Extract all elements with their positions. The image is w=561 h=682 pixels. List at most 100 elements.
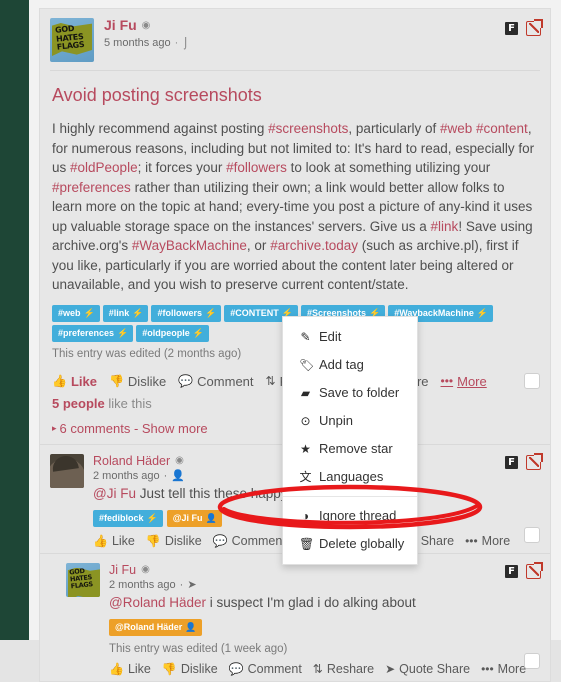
open-external-icon[interactable]: [526, 452, 543, 470]
menu-item-ignore-thread[interactable]: ◑ Ignore thread: [283, 502, 417, 530]
post-body-hashtag[interactable]: #preferences: [52, 180, 131, 195]
tag-pill[interactable]: #preferences ⚡: [52, 324, 134, 342]
languages-icon: 文: [299, 470, 312, 484]
tag-pill[interactable]: #fediblock ⚡: [93, 509, 163, 527]
pencil-icon: ✎: [300, 330, 311, 344]
open-external-icon[interactable]: [526, 561, 543, 579]
dislike-label: Dislike: [127, 373, 167, 389]
dislike-button[interactable]: 👎 Dislike: [162, 662, 218, 676]
tag-pill-label: #followers: [157, 307, 202, 318]
caret-right-icon: ▸: [52, 422, 57, 433]
avatar-flag-text: GOD HATES FLAGS: [68, 566, 94, 590]
avatar[interactable]: [50, 453, 84, 488]
menu-item-languages[interactable]: 文 Languages: [283, 463, 417, 491]
post-body-text: I highly recommend against posting: [52, 121, 269, 136]
folder-icon: ▰: [300, 386, 311, 400]
reshare-button[interactable]: ⇅ Reshare: [313, 662, 374, 676]
post-body-hashtag[interactable]: #oldPeople: [70, 160, 138, 175]
post-body-hashtag[interactable]: #content: [476, 121, 528, 136]
comment-label: Comment: [197, 373, 254, 389]
tag-pill-label: #link: [108, 307, 130, 318]
comment-author-name[interactable]: Ji Fu: [109, 563, 136, 577]
post-body: I highly recommend against posting #scre…: [40, 111, 550, 297]
comment-header-actions: F: [505, 452, 543, 470]
comment-label: Comment: [231, 533, 286, 548]
comment-timestamp[interactable]: 2 months ago: [109, 579, 176, 592]
tag-pill-label: #fediblock: [99, 512, 144, 523]
comment-mention[interactable]: @Ji Fu: [93, 486, 136, 501]
like-button[interactable]: 👍 Like: [109, 662, 151, 676]
comment-action-bar: 👍 Like 👎 Dislike 💬 Comment ⇅: [109, 662, 540, 676]
more-label: More: [481, 533, 511, 548]
more-button[interactable]: ••• More: [441, 374, 487, 389]
like-button[interactable]: 👍 Like: [52, 374, 97, 389]
comment-button[interactable]: 💬 Comment: [213, 534, 286, 548]
post-author-block: Ji Fu ◉ 5 months ago · ⌡: [104, 18, 189, 50]
like-button[interactable]: 👍 Like: [93, 534, 135, 548]
post-body-hashtag[interactable]: #WayBackMachine: [132, 238, 247, 253]
menu-item-save-to-folder[interactable]: ▰ Save to folder: [283, 379, 417, 407]
menu-item-add-tag[interactable]: 🏷 Add tag: [283, 351, 417, 379]
friendica-network-icon[interactable]: F: [505, 22, 518, 35]
post-body-hashtag[interactable]: #followers: [226, 160, 287, 175]
post-title[interactable]: Avoid posting screenshots: [40, 71, 550, 111]
comment-mention[interactable]: @Roland Häder: [109, 595, 206, 610]
avatar[interactable]: GOD HATES FLAGS: [66, 562, 100, 597]
menu-item-label: Unpin: [319, 413, 353, 428]
likes-count[interactable]: 5 people: [52, 396, 105, 411]
post-author-name[interactable]: Ji Fu: [104, 18, 137, 33]
mention-pill[interactable]: @Ji Fu 👤: [166, 509, 222, 527]
comment-header-actions: F: [505, 561, 543, 579]
comment-button[interactable]: 💬 Comment: [229, 662, 302, 676]
thumbs-up-icon: 👍: [52, 374, 67, 388]
thumbs-down-icon: 👎: [161, 661, 177, 676]
dislike-button[interactable]: 👎 Dislike: [109, 374, 166, 389]
tag-pill[interactable]: #followers ⚡: [151, 304, 222, 322]
bolt-icon: ⚡: [192, 327, 204, 338]
speech-bubble-icon: 💬: [178, 374, 194, 388]
post-body-hashtag[interactable]: #web: [440, 121, 472, 136]
menu-item-label: Add tag: [319, 357, 364, 372]
mention-pill[interactable]: @Roland Häder 👤: [109, 618, 202, 636]
like-label: Like: [70, 373, 97, 389]
post-body-hashtag[interactable]: #link: [431, 219, 459, 234]
quote-share-button[interactable]: ➤ Quote Share: [385, 662, 470, 676]
comment-timestamp[interactable]: 2 months ago: [93, 470, 160, 483]
menu-item-label: Edit: [319, 329, 342, 344]
post-body-text: to look at something utilizing your: [286, 160, 491, 175]
tag-pill-label: #web: [58, 307, 81, 318]
friendica-network-icon[interactable]: F: [505, 455, 518, 469]
menu-item-unpin[interactable]: ⊙ Unpin: [283, 407, 417, 435]
comment-tag-list: @Roland Häder 👤: [109, 618, 540, 636]
post-header: GOD HATES FLAGS Ji Fu ◉ 5 months ago · ⌡…: [40, 9, 550, 70]
menu-item-edit[interactable]: ✎ Edit: [283, 323, 417, 351]
comment-select-checkbox[interactable]: [524, 526, 540, 543]
friendica-network-icon[interactable]: F: [505, 564, 518, 578]
tag-pill[interactable]: #oldpeople ⚡: [136, 324, 209, 342]
avatar[interactable]: GOD HATES FLAGS: [50, 18, 94, 62]
tag-pill-label: #preferences: [58, 327, 115, 338]
user-icon: 👤: [185, 621, 197, 632]
comment-select-checkbox[interactable]: [524, 652, 540, 669]
more-dropdown-menu[interactable]: ✎ Edit 🏷 Add tag ▰ Save to folder ⊙ Unpin ★ Remov…: [282, 316, 418, 565]
comment-header: GOD HATES FLAGS Ji Fu ◉ 2 months ago · ➤…: [66, 562, 540, 676]
comment-author-name[interactable]: Roland Häder: [93, 454, 170, 468]
more-button[interactable]: ••• More: [465, 534, 510, 548]
comment-text: @Roland Häder i suspect I'm glad i do al…: [109, 594, 540, 612]
more-button[interactable]: ••• More: [481, 662, 526, 676]
post-select-checkbox[interactable]: [524, 373, 540, 389]
post-timestamp[interactable]: 5 months ago: [104, 36, 171, 50]
thumbs-up-icon: 👍: [93, 533, 108, 548]
post-body-hashtag[interactable]: #archive.today: [270, 238, 358, 253]
open-external-icon[interactable]: [526, 19, 543, 36]
post-body-text: , particularly of: [348, 121, 440, 136]
tag-pill[interactable]: #link ⚡: [102, 304, 149, 322]
bolt-icon: ⚡: [132, 307, 144, 318]
menu-item-remove-star[interactable]: ★ Remove star: [283, 435, 417, 463]
menu-item-delete-globally[interactable]: 🗑 Delete globally: [283, 530, 417, 558]
tag-pill[interactable]: #web ⚡: [52, 304, 100, 322]
menu-item-label: Save to folder: [319, 385, 400, 400]
dislike-button[interactable]: 👎 Dislike: [146, 534, 202, 548]
comment-button[interactable]: 💬 Comment: [178, 374, 253, 389]
post-body-hashtag[interactable]: #screenshots: [268, 121, 348, 136]
